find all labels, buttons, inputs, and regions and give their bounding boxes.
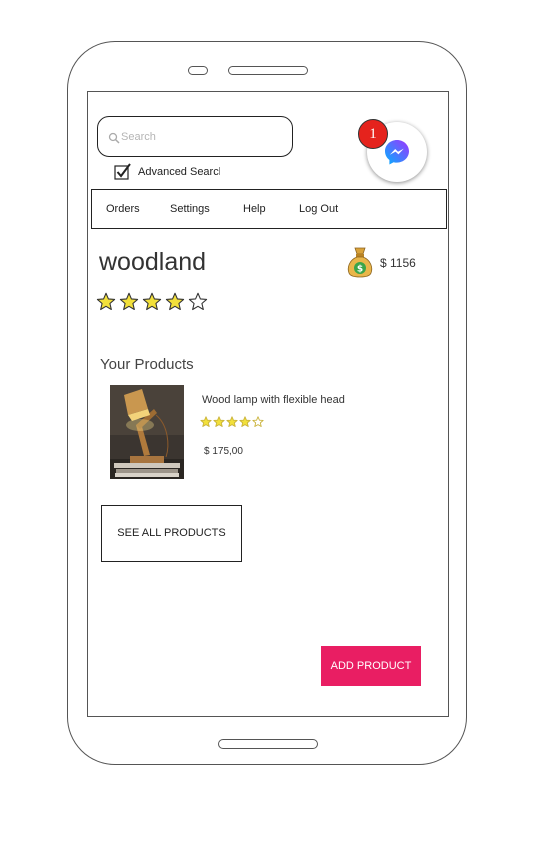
notification-badge: 1 [358,119,388,149]
see-all-products-button[interactable]: SEE ALL PRODUCTS [101,505,242,562]
search-icon [108,132,120,144]
star-filled-icon [213,416,225,427]
add-product-button[interactable]: ADD PRODUCT [321,646,421,686]
balance-amount: $ 1156 [380,256,416,270]
nav-item-help[interactable]: Help [243,203,266,215]
star-filled-icon [165,292,185,311]
star-filled-icon [119,292,139,311]
product-rating [200,416,265,429]
nav-item-orders[interactable]: Orders [106,203,140,215]
product-image-wood-lamp[interactable] [110,385,184,479]
star-empty-icon [252,416,264,427]
star-filled-icon [96,292,116,311]
advanced-search-label: Advanced Search [138,166,220,178]
advanced-search-checkbox[interactable] [114,163,132,181]
phone-home-button[interactable] [218,739,318,749]
star-filled-icon [200,416,212,427]
product-name[interactable]: Wood lamp with flexible head [202,394,345,406]
nav-item-log-out[interactable]: Log Out [299,203,338,215]
messenger-icon [385,140,409,165]
money-bag-icon: $ [347,247,373,278]
nav-item-settings[interactable]: Settings [170,203,210,215]
product-price: $ 175,00 [204,446,243,457]
star-filled-icon [142,292,162,311]
svg-text:$: $ [357,265,363,275]
nav-bar [91,189,447,229]
phone-speaker [228,66,308,75]
star-filled-icon [226,416,238,427]
store-rating [96,292,211,314]
star-empty-icon [188,292,208,311]
phone-camera [188,66,208,75]
star-filled-icon [239,416,251,427]
search-input[interactable] [121,129,281,145]
store-name: woodland [99,248,207,276]
products-section-title: Your Products [100,356,194,373]
